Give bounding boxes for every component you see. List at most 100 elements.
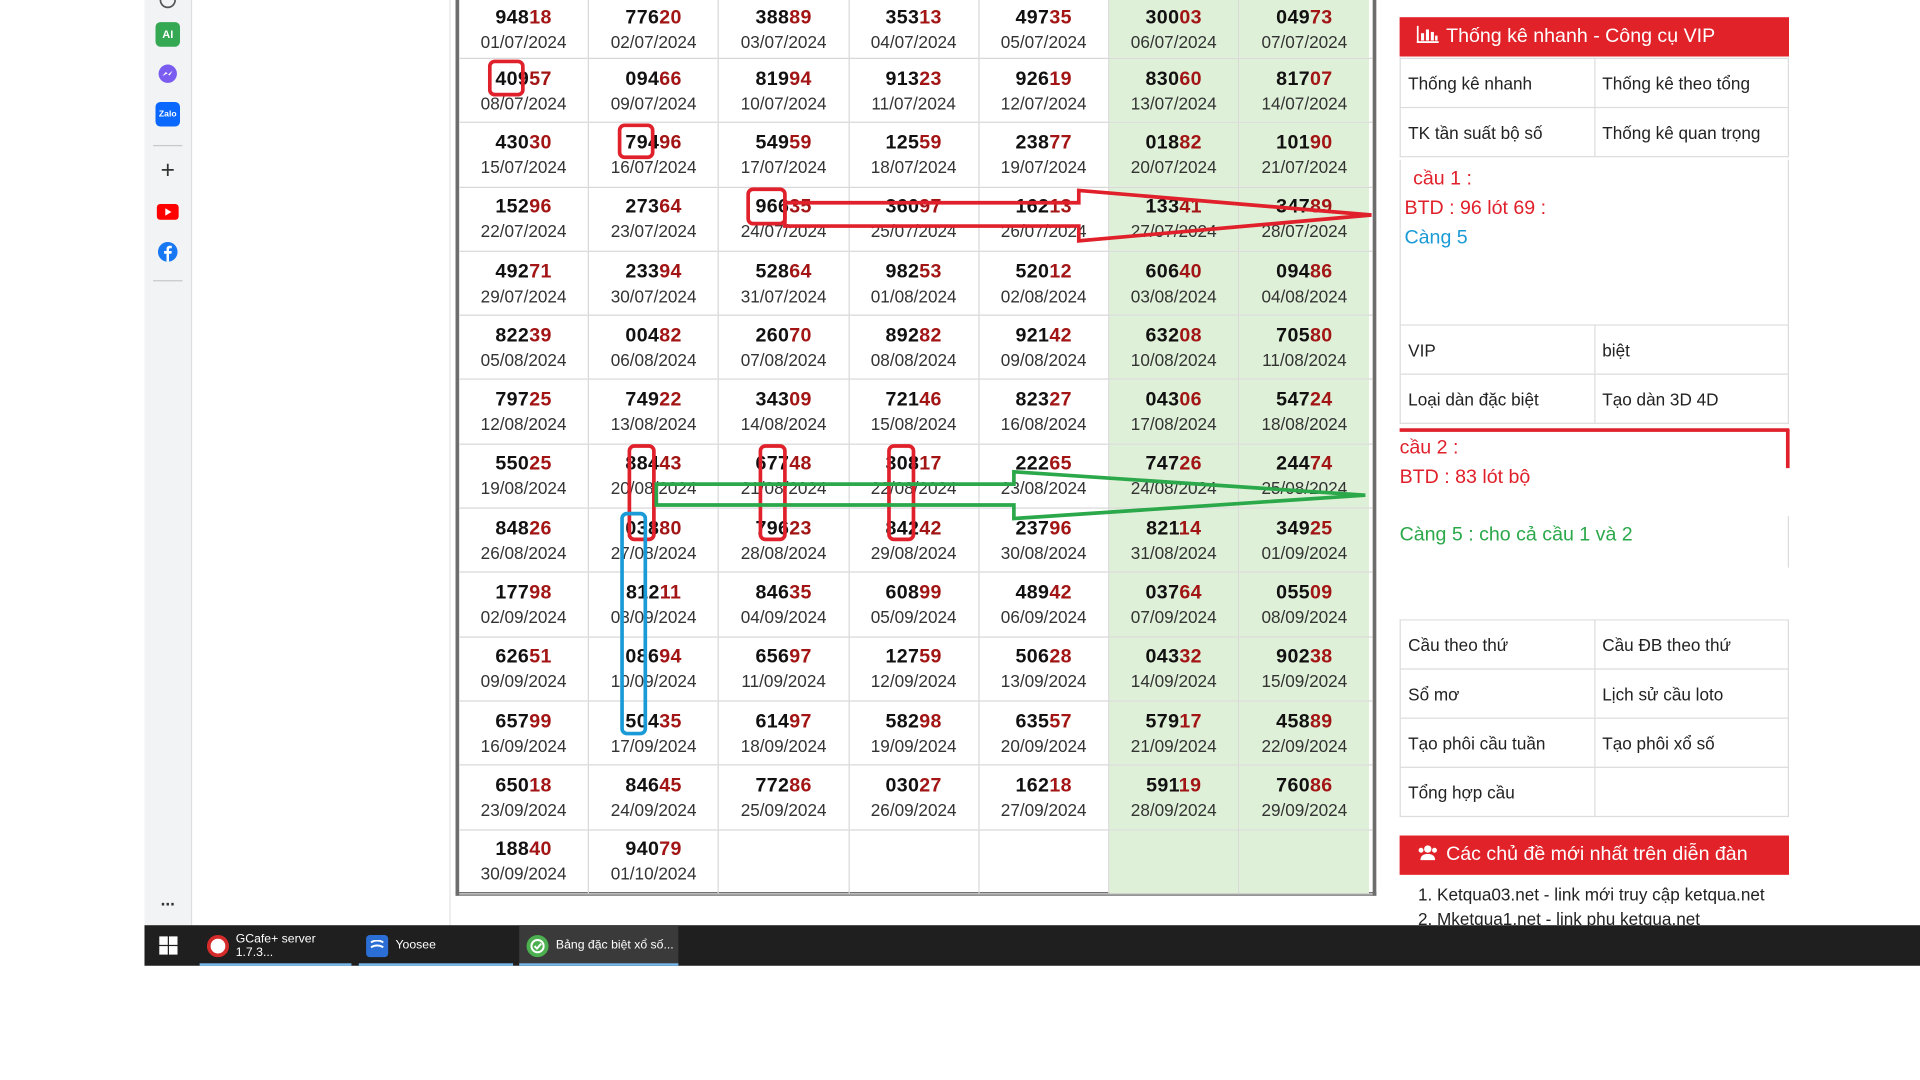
add-icon[interactable]: +	[156, 157, 180, 184]
result-date: 14/09/2024	[1130, 671, 1217, 691]
result-number-tail: 97	[919, 196, 942, 218]
sidebar-divider	[153, 144, 183, 147]
stats-link[interactable]: biệt	[1593, 324, 1789, 375]
cau2-title: cầu 2 :	[1399, 437, 1459, 459]
result-number-head: 497	[1015, 6, 1050, 28]
result-number: 27364	[625, 196, 681, 221]
result-number-tail: 80	[659, 518, 682, 540]
result-number-head: 004	[625, 325, 660, 347]
users-icon	[1417, 844, 1439, 866]
result-number-head: 626	[495, 646, 530, 668]
taskbar-item-browser[interactable]: Bảng đặc biệt xổ số...	[519, 925, 679, 966]
stats-link[interactable]: Tạo dàn 3D 4D	[1593, 373, 1789, 424]
windows-start-icon[interactable]	[159, 936, 178, 958]
result-number: 76086	[1276, 774, 1332, 799]
result-number-head: 360	[885, 196, 920, 218]
result-number: 34789	[1276, 196, 1332, 221]
messenger-icon[interactable]	[156, 61, 180, 86]
stats-link[interactable]: Sổ mơ	[1399, 668, 1595, 719]
result-number-tail: 17	[919, 453, 942, 475]
result-date: 10/08/2024	[1130, 349, 1217, 370]
result-cell: 60899 05/09/2024	[849, 573, 980, 637]
stats-link[interactable]: TK tần suất bộ số	[1399, 106, 1595, 158]
result-cell: 76086 29/09/2024	[1239, 765, 1370, 829]
stats-link[interactable]: Thống kê nhanh	[1399, 57, 1595, 109]
result-number-tail: 25	[529, 453, 552, 475]
result-cell: 16218 27/09/2024	[979, 765, 1110, 829]
result-date: 09/07/2024	[610, 92, 697, 113]
youtube-icon[interactable]	[156, 199, 180, 224]
result-date: 14/08/2024	[740, 414, 827, 434]
result-number-tail: 41	[1179, 196, 1202, 218]
taskbar-item-yoosee[interactable]: Yoosee	[358, 925, 514, 966]
result-number: 79496	[625, 131, 681, 156]
result-number-head: 489	[1015, 582, 1050, 604]
result-number-head: 043	[1145, 646, 1180, 668]
result-cell: 23877 19/07/2024	[979, 123, 1110, 187]
stats-link[interactable]: Thống kê quan trọng	[1593, 106, 1789, 158]
result-number: 52864	[755, 260, 811, 285]
forum-item[interactable]: 1. Ketqua03.net - link mới truy cập ketq…	[1418, 882, 1785, 907]
result-cell: 52012 02/08/2024	[979, 251, 1110, 315]
stats-link[interactable]: Cầu ĐB theo thứ	[1593, 619, 1789, 670]
ai-icon[interactable]: AI	[155, 22, 181, 47]
result-number-tail: 26	[529, 518, 552, 540]
stats-link[interactable]: Loại dàn đặc biệt	[1399, 373, 1595, 424]
result-date: 03/09/2024	[610, 606, 697, 627]
result-number-tail: 18	[1049, 775, 1072, 797]
links-row: TK tần suất bộ số Thống kê quan trọng	[1399, 106, 1789, 158]
result-number: 12759	[885, 645, 941, 670]
stats-link[interactable]: Tạo phôi xổ số	[1593, 717, 1789, 768]
result-cell: 60640 03/08/2024	[1109, 251, 1240, 315]
table-row: 17798 02/09/2024 81211 03/09/2024 84635 04/09…	[459, 573, 1373, 638]
result-cell: 55025 19/08/2024	[459, 444, 590, 508]
result-number-head: 982	[885, 261, 920, 283]
result-cell: 63557 20/09/2024	[979, 701, 1110, 765]
result-date: 21/07/2024	[1261, 157, 1348, 177]
result-date: 26/09/2024	[870, 799, 957, 820]
zalo-icon[interactable]: Zalo	[155, 101, 181, 127]
result-cell: 63208 10/08/2024	[1109, 316, 1240, 380]
stats-link[interactable]: Thống kê theo tổng	[1593, 57, 1789, 109]
more-icon[interactable]: ...	[156, 887, 180, 912]
result-number: 05509	[1276, 581, 1332, 606]
result-cell: 23796 30/08/2024	[979, 508, 1110, 572]
stats-link[interactable]: Tổng hợp cầu	[1399, 766, 1595, 818]
result-number: 16213	[1016, 196, 1072, 221]
result-date: 08/08/2024	[870, 349, 957, 370]
result-date: 02/07/2024	[610, 31, 697, 51]
stats-link[interactable]: Cầu theo thứ	[1399, 619, 1595, 670]
result-number-tail: 82	[1179, 132, 1202, 154]
result-cell: 98253 01/08/2024	[849, 251, 980, 315]
history-icon[interactable]	[156, 0, 180, 12]
result-number: 94818	[495, 6, 551, 31]
stats-link[interactable]: Lịch sử cầu loto	[1593, 668, 1789, 719]
result-number-head: 347	[1276, 196, 1310, 218]
result-number-head: 797	[495, 389, 530, 411]
result-number-tail: 42	[919, 518, 942, 540]
stats-link[interactable]: VIP	[1399, 324, 1595, 375]
result-date: 29/08/2024	[870, 542, 957, 563]
result-number-head: 233	[625, 261, 660, 283]
result-date: 30/07/2024	[610, 285, 697, 306]
links-row: VIP biệt	[1399, 324, 1789, 375]
result-number-tail: 27	[919, 775, 942, 797]
facebook-icon[interactable]	[156, 240, 180, 265]
result-date: 29/07/2024	[480, 285, 567, 306]
forum-list: 1. Ketqua03.net - link mới truy cập ketq…	[1418, 882, 1785, 931]
stats-link[interactable]: Tạo phôi cầu tuần	[1399, 717, 1595, 768]
result-number-head: 776	[625, 6, 660, 28]
result-cell: 65018 23/09/2024	[459, 765, 590, 829]
stats-link[interactable]	[1593, 766, 1789, 818]
result-date: 23/09/2024	[480, 799, 567, 820]
result-number-head: 018	[1145, 132, 1180, 154]
taskbar-item-gcafe[interactable]: GCafe+ server 1.7.3...	[199, 925, 352, 966]
result-number-tail: 79	[659, 839, 682, 861]
result-number-tail: 97	[789, 710, 812, 732]
result-number-tail: 89	[1309, 710, 1333, 732]
result-date: 28/08/2024	[740, 542, 827, 563]
result-number: 81211	[626, 581, 681, 606]
result-date: 06/09/2024	[1000, 606, 1087, 627]
table-row: 40957 08/07/2024 09466 09/07/2024 81994 10/07…	[459, 58, 1373, 124]
result-date: 25/07/2024	[870, 221, 957, 242]
